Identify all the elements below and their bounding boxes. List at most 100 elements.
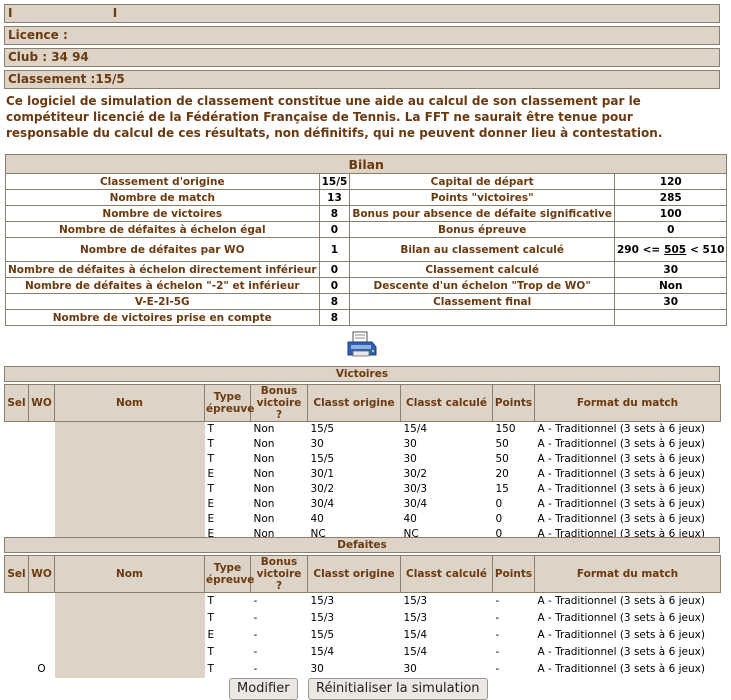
cell-format: A - Traditionnel (3 sets à 6 jeux) <box>537 453 705 465</box>
cell-calcule: 15/3 <box>403 595 428 608</box>
bilan-row: Classement d'origine 15/5 Capital de dépar… <box>5 173 728 190</box>
cell-sel <box>5 467 29 482</box>
cell-bonus: Non <box>253 483 275 495</box>
cell-sel <box>5 512 29 527</box>
cell-type: E <box>207 498 215 510</box>
bilan-title: Bilan <box>4 154 728 174</box>
bilan-row: Nombre de défaites à échelon "-2" et inf… <box>5 277 728 294</box>
bilan-pre: 290 <= <box>617 243 661 256</box>
cell-calcule: 40 <box>403 513 417 525</box>
cell-wo <box>29 422 55 437</box>
cell-bonus: Non <box>253 423 275 436</box>
bilan-right-value: 120 <box>613 173 728 190</box>
cell-bonus: - <box>253 646 258 658</box>
cell-sel <box>5 644 29 661</box>
cell-calcule: 15/3 <box>403 612 428 624</box>
bilan-row: Nombre de victoires 8 Bonus pour absence d… <box>5 205 728 222</box>
bilan-right-label: Capital de départ <box>349 173 615 190</box>
bilan-row: Nombre de défaites par WO 1 Bilan au class… <box>5 237 728 262</box>
cell-type: E <box>207 513 215 525</box>
cell-sel <box>5 661 29 678</box>
bilan-left-label: V-E-2I-5G <box>5 293 320 310</box>
cell-format: A - Traditionnel (3 sets à 6 jeux) <box>537 646 705 658</box>
cell-calcule: 30 <box>403 453 417 465</box>
cell-origine: 15/5 <box>310 453 335 465</box>
column-header: Bonus victoire ? <box>250 384 308 422</box>
cell-bonus: - <box>253 629 258 641</box>
cell-calcule: 30/4 <box>403 498 428 510</box>
cell-origine: 30 <box>310 663 324 675</box>
bilan-right-value: 0 <box>613 221 728 238</box>
bilan-row: Nombre de défaites à échelon égal 0 Bonus … <box>5 221 728 238</box>
cell-sel <box>5 437 29 452</box>
column-header: Sel <box>4 555 29 593</box>
cell-wo <box>29 593 55 610</box>
cell-calcule: 30 <box>403 663 417 675</box>
bilan-left-label: Nombre de match <box>5 189 320 206</box>
cell-origine: 30/1 <box>310 468 335 480</box>
cell-format: A - Traditionnel (3 sets à 6 jeux) <box>537 483 705 495</box>
cell-bonus: Non <box>253 498 275 510</box>
cell-format: A - Traditionnel (3 sets à 6 jeux) <box>537 663 705 675</box>
cell-wo <box>29 512 55 527</box>
bilan-right-label: Classement final <box>349 293 615 310</box>
cell-calcule: 30 <box>403 438 417 450</box>
cell-origine: 30/4 <box>310 498 335 510</box>
bilan-left-value: 8 <box>318 293 351 310</box>
bilan-table: Bilan Classement d'origine 15/5 Capital de… <box>4 154 728 326</box>
bilan-left-value: 0 <box>318 221 351 238</box>
cell-calcule: 30/2 <box>403 468 428 480</box>
cell-points: - <box>495 663 500 675</box>
cell-points: 50 <box>495 438 509 450</box>
reset-simulation-button[interactable]: Réinitialiser la simulation <box>308 678 488 700</box>
bilan-right-label: Bonus pour absence de défaite significat… <box>349 205 615 222</box>
bilan-row: Nombre de victoires prise en compte 8 <box>5 309 728 326</box>
player-name-cell <box>54 422 205 542</box>
bilan-right-value: 100 <box>613 205 728 222</box>
bilan-right-value: 285 <box>613 189 728 206</box>
column-header: Points <box>492 384 535 422</box>
cell-points: 50 <box>495 453 509 465</box>
cell-wo: O <box>37 663 46 675</box>
player-name-cell <box>54 593 205 661</box>
column-header: Points <box>492 555 535 593</box>
classement-bar: Classement :15/5 <box>4 70 720 89</box>
cell-type: T <box>207 438 214 450</box>
cell-bonus: Non <box>253 468 275 480</box>
cell-points: 20 <box>495 468 509 480</box>
cell-format: A - Traditionnel (3 sets à 6 jeux) <box>537 629 705 641</box>
cell-points: 150 <box>495 423 516 436</box>
table-row[interactable]: T - 15/3 15/3 - A - Traditionnel (3 sets à 6 … <box>5 593 721 661</box>
column-header: WO <box>28 384 55 422</box>
table-row[interactable]: O T - 30 30 - A - Traditionnel (3 sets à 6 jeu… <box>5 660 721 678</box>
column-header: Classt origine <box>307 384 401 422</box>
bilan-right-value: 290 <= 505 < 510 <box>613 237 728 262</box>
cell-format: A - Traditionnel (3 sets à 6 jeux) <box>537 498 705 510</box>
bilan-right-label: Points "victoires" <box>349 189 615 206</box>
cell-wo <box>29 437 55 452</box>
bilan-left-value: 0 <box>318 277 351 294</box>
cell-origine: 30 <box>310 438 324 450</box>
cell-origine: 15/5 <box>310 423 335 436</box>
cell-calcule: 15/4 <box>403 629 428 641</box>
bilan-left-label: Nombre de victoires <box>5 205 320 222</box>
bilan-right-label: Bonus épreuve <box>349 221 615 238</box>
cell-sel <box>5 482 29 497</box>
bilan-left-label: Classement d'origine <box>5 173 320 190</box>
club-bar: Club : 34 94 <box>4 48 720 67</box>
bilan-left-label: Nombre de victoires prise en compte <box>5 309 320 326</box>
bilan-left-value: 1 <box>318 237 351 262</box>
modifier-button[interactable]: Modifier <box>229 678 298 700</box>
column-header: Format du match <box>534 555 721 593</box>
cell-format: A - Traditionnel (3 sets à 6 jeux) <box>537 423 705 436</box>
cell-wo <box>29 644 55 661</box>
column-header: Nom <box>54 384 205 422</box>
cell-sel <box>5 593 29 610</box>
table-row[interactable]: T Non 15/5 15/4 150 A - Traditionnel (3 sets … <box>5 422 721 542</box>
bilan-left-label: Nombre de défaites à échelon égal <box>5 221 320 238</box>
printer-icon[interactable] <box>345 331 379 359</box>
cell-points: - <box>495 595 500 608</box>
bilan-points-link[interactable]: 505 <box>664 244 686 256</box>
redacted-name <box>54 422 205 542</box>
cell-origine: 15/3 <box>310 595 335 608</box>
